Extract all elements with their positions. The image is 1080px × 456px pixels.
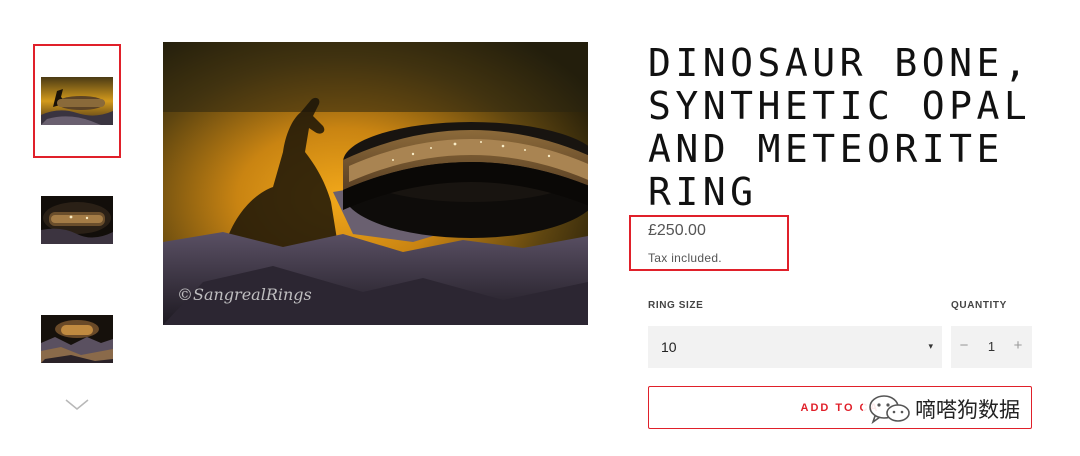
quantity-increment-button[interactable]: + <box>1008 337 1028 354</box>
product-title: DINOSAUR BONE, SYNTHETIC OPAL AND METEOR… <box>648 41 1032 214</box>
thumbnail-2-image <box>41 196 113 244</box>
overlay-watermark-text: 嘀嗒狗数据 <box>915 398 1020 422</box>
quantity-decrement-button[interactable]: − <box>954 337 974 354</box>
ring-photo: ©SangrealRings <box>163 42 599 325</box>
quantity-value[interactable]: 1 <box>981 339 1002 354</box>
photo-watermark: ©SangrealRings <box>177 285 312 304</box>
thumbnail-1-image <box>41 77 113 125</box>
wechat-icon <box>869 395 910 424</box>
quantity-label: QUANTITY <box>951 300 1007 311</box>
ring-size-select[interactable]: 10 ▾ <box>648 326 942 368</box>
chevron-down-icon <box>65 399 89 410</box>
overlay-watermark: 嘀嗒狗数据 <box>863 392 1026 426</box>
caret-down-icon: ▾ <box>928 342 933 352</box>
ring-size-label: RING SIZE <box>648 300 704 311</box>
thumbnail-3-image <box>41 315 113 363</box>
ring-size-value: 10 <box>661 339 677 355</box>
main-product-image[interactable]: ©SangrealRings <box>163 42 599 325</box>
thumbnail-3[interactable] <box>33 282 121 396</box>
tax-note: Tax included. <box>648 251 722 265</box>
thumbnail-2[interactable] <box>33 163 121 277</box>
price: £250.00 <box>648 222 706 239</box>
thumbnail-1[interactable] <box>33 44 121 158</box>
thumbnail-scroll-down[interactable] <box>64 396 90 414</box>
quantity-stepper: − 1 + <box>951 326 1032 368</box>
